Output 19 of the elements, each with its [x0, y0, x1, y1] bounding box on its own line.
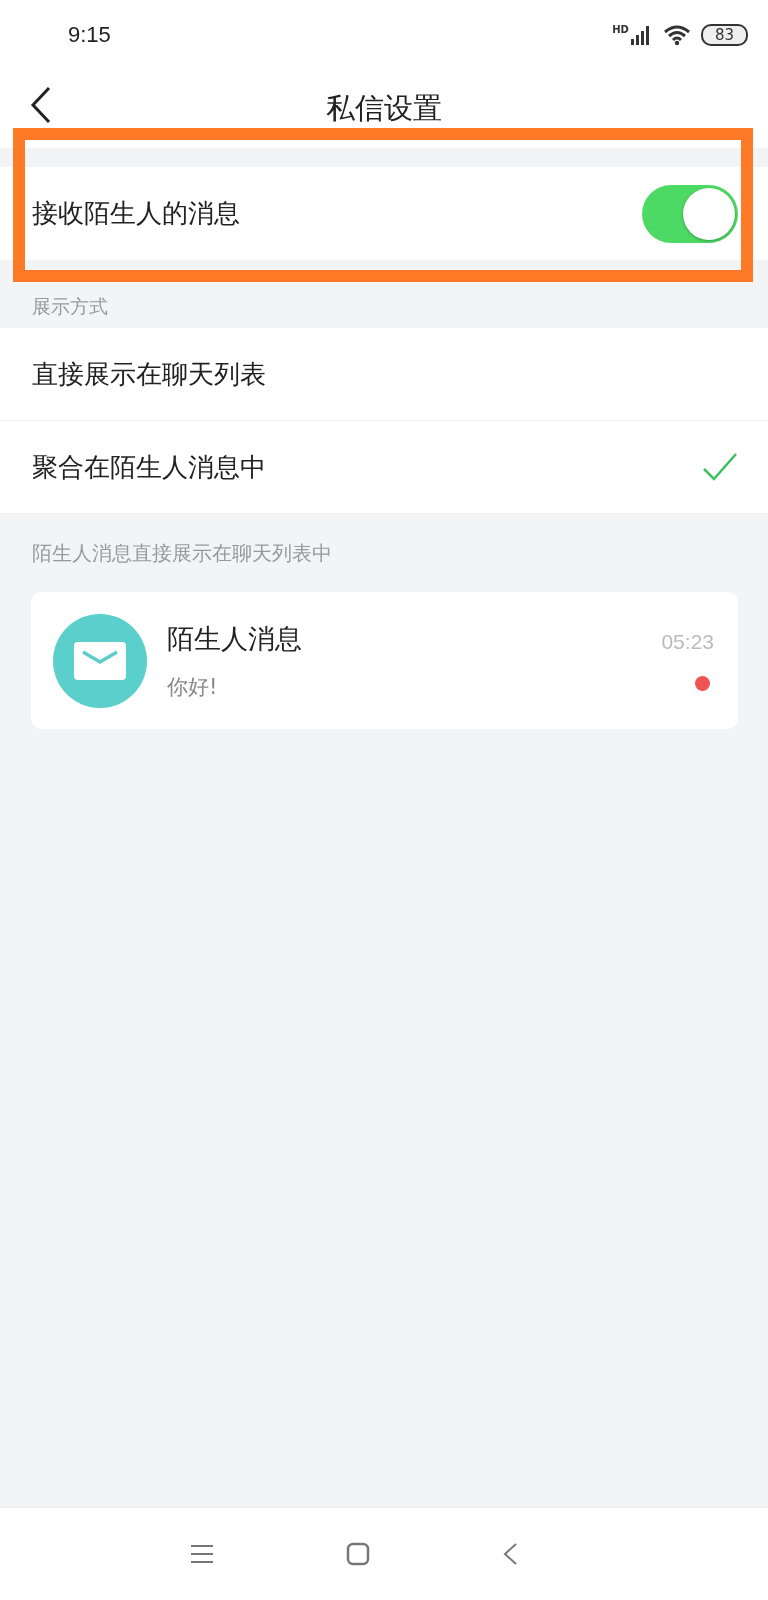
option-row[interactable]: 聚合在陌生人消息中: [0, 421, 768, 514]
wifi-icon: [662, 24, 691, 46]
setting-label: 接收陌生人的消息: [32, 197, 240, 230]
battery-level: 83: [700, 24, 748, 46]
home-icon[interactable]: [346, 1542, 370, 1566]
mail-icon: [53, 613, 147, 708]
toggle-switch[interactable]: [642, 184, 738, 243]
network-type: HD: [612, 24, 629, 35]
message-time: 05:23: [661, 630, 714, 654]
note-text: 陌生人消息直接展示在聊天列表中: [32, 539, 332, 567]
menu-icon[interactable]: [190, 1544, 214, 1564]
message-title: 陌生人消息: [167, 621, 303, 656]
back-icon[interactable]: [30, 86, 52, 124]
message-card[interactable]: 陌生人消息 你好! 05:23: [31, 592, 738, 729]
page-title: 私信设置: [326, 90, 442, 127]
section-header: 展示方式: [32, 294, 108, 319]
message-preview: 你好!: [167, 673, 219, 701]
option-row[interactable]: 直接展示在聊天列表: [0, 328, 768, 421]
status-time: 9:15: [68, 22, 111, 48]
